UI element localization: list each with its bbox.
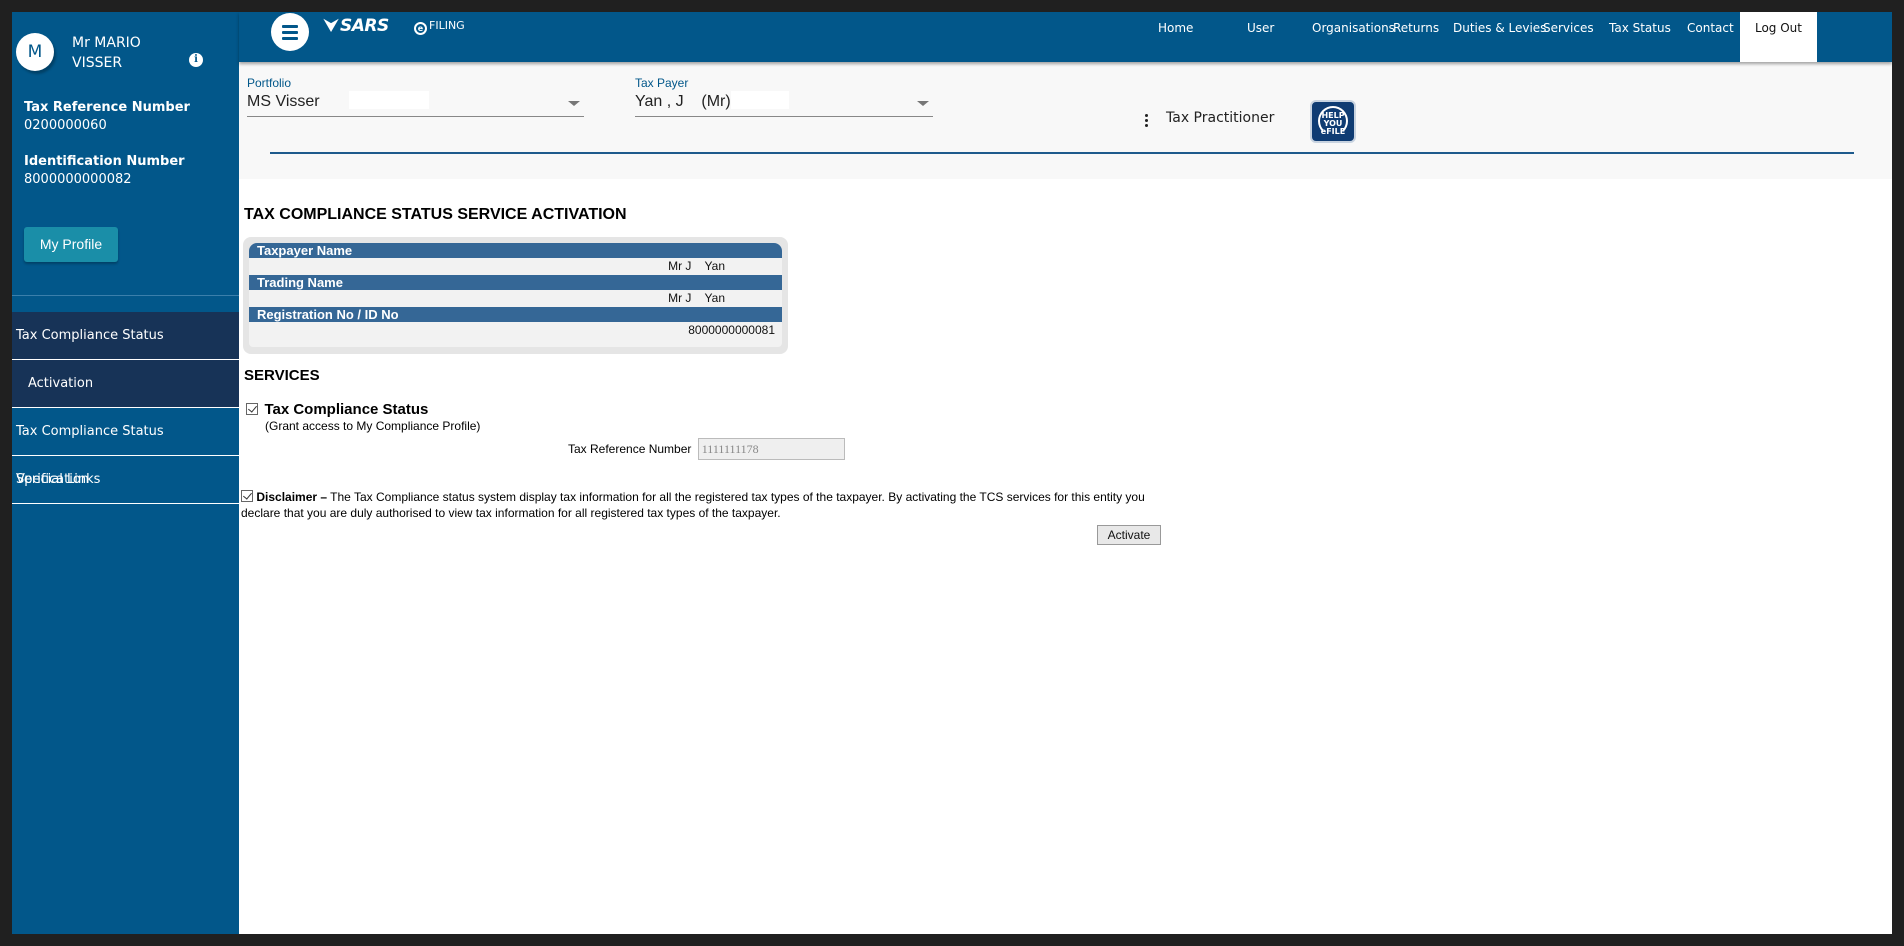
sidebar: M Mr MARIO VISSER i Tax Reference Number… [12,12,239,934]
disclaimer: Disclaimer – The Tax Compliance status s… [241,489,1161,521]
portfolio-value: MS Visser [247,93,320,110]
identification-label: Identification Number [24,154,185,169]
my-profile-button[interactable]: My Profile [24,227,118,262]
nav-organisations[interactable]: Organisations [1312,12,1395,62]
service-option: Tax Compliance Status [246,401,428,419]
info-label: Trading Name [249,275,782,290]
service-label: Tax Compliance Status [264,401,429,418]
efiling-e-icon: e [414,22,427,35]
tax-reference-value: 0200000060 [24,118,107,133]
service-description: (Grant access to My Compliance Profile) [265,419,481,433]
browser-viewport: M Mr MARIO VISSER i Tax Reference Number… [12,12,1892,934]
taxpayer-value: Yan , J (Mr) [635,93,731,110]
nav-services[interactable]: Services [1543,12,1594,62]
efiling-logo[interactable]: e FILING [414,19,465,35]
tax-reference-label: Tax Reference Number [24,100,190,115]
portfolio-label: Portfolio [247,76,292,90]
selector-divider [270,152,1854,154]
role-label: Tax Practitioner [1166,110,1275,126]
redacted-mask [349,91,429,109]
sidebar-item-tax-compliance-status[interactable]: Tax Compliance Status [12,312,239,360]
taxpayer-select[interactable]: Yan , J (Mr) [635,90,933,117]
nav-contact[interactable]: Contact [1687,12,1734,62]
disclaimer-title: Disclaimer – [256,490,328,504]
top-navigation-bar: ⮟ SARS e FILING Home User Organisations Re… [239,12,1892,62]
sidebar-nav: Tax Compliance Status Activation Tax Com… [12,312,239,504]
help-you-efile-icon[interactable]: HELP YOU eFILE [1310,100,1356,143]
nav-home[interactable]: Home [1158,12,1193,62]
user-profile: M Mr MARIO VISSER i [12,12,239,82]
sidebar-divider [12,295,239,296]
main-content: TAX COMPLIANCE STATUS SERVICE ACTIVATION… [239,179,1892,934]
activate-button[interactable]: Activate [1097,525,1161,545]
chevron-down-icon [917,101,929,106]
nav-user[interactable]: User [1247,12,1274,62]
nav-returns[interactable]: Returns [1393,12,1439,62]
nav-duties-levies[interactable]: Duties & Levies [1453,12,1546,62]
services-heading: SERVICES [244,367,320,384]
page-title: TAX COMPLIANCE STATUS SERVICE ACTIVATION [244,206,627,223]
more-options-icon[interactable] [1145,114,1149,129]
tax-reference-field-label: Tax Reference Number [568,442,692,456]
portfolio-select[interactable]: MS Visser [247,90,584,117]
avatar[interactable]: M [16,33,54,71]
context-selector: Portfolio MS Visser Tax Payer Yan , J (M… [239,62,1892,179]
nav-tax-status[interactable]: Tax Status [1609,12,1671,62]
info-icon[interactable]: i [189,53,203,67]
user-name: Mr MARIO VISSER [72,35,141,71]
taxpayer-info-panel: Taxpayer Name Mr J Yan Trading Name Mr J… [243,237,788,354]
info-label: Taxpayer Name [249,243,782,258]
sars-chevron-icon: ⮟ [324,16,338,36]
tax-compliance-status-checkbox[interactable] [246,403,258,415]
disclaimer-checkbox[interactable] [241,490,253,502]
hamburger-menu-button[interactable] [271,13,309,51]
sidebar-item-tcs-verification[interactable]: Tax Compliance Status Verification [12,408,239,487]
info-label: Registration No / ID No [249,307,782,322]
logout-button[interactable]: Log Out [1740,12,1817,62]
taxpayer-label: Tax Payer [635,76,689,90]
info-value: 8000000000081 [688,323,775,337]
tax-reference-block: Tax Reference Number 0200000060 [24,99,190,135]
sidebar-item-special-links[interactable]: Special Links [12,456,239,504]
info-value: Mr J Yan [668,259,725,273]
identification-block: Identification Number 8000000000082 [24,153,185,189]
info-value: Mr J Yan [668,291,725,305]
sars-logo[interactable]: ⮟ SARS [324,16,389,36]
identification-value: 8000000000082 [24,172,132,187]
tax-reference-input[interactable]: 1111111178 [697,438,845,460]
redacted-mask [731,91,789,109]
sidebar-item-activation[interactable]: Activation [12,360,239,408]
tax-reference-row: Tax Reference Number 1111111178 [568,438,845,460]
disclaimer-text: The Tax Compliance status system display… [241,490,1145,520]
chevron-down-icon [568,101,580,106]
